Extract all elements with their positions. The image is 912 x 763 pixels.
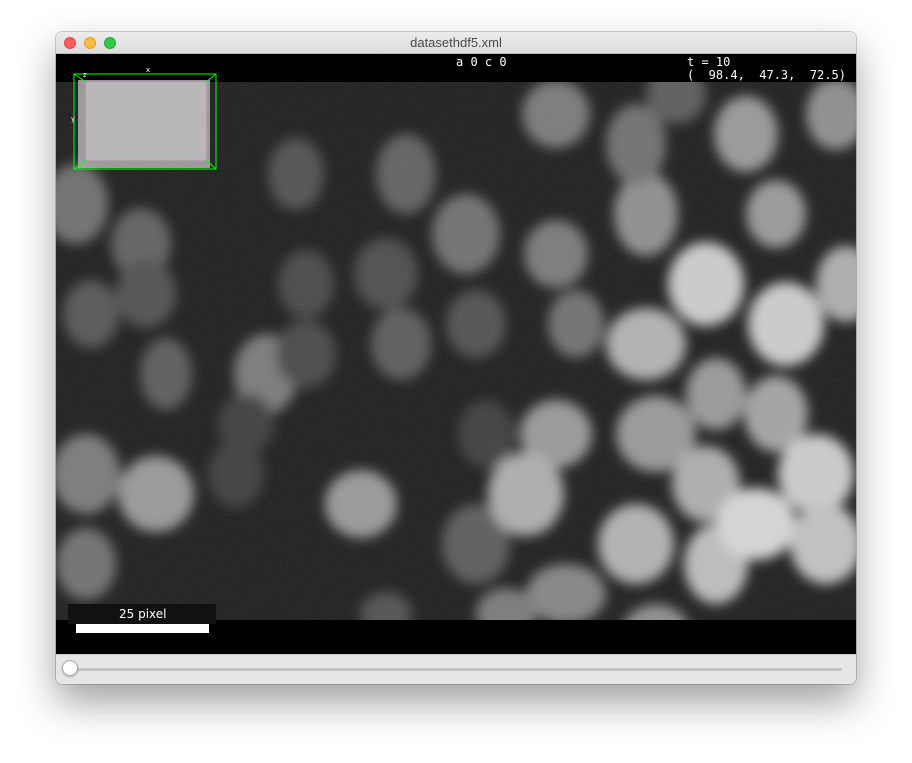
navigation-axis-z: z	[83, 71, 87, 79]
window-title: datasethdf5.xml	[410, 35, 502, 50]
navigation-axis-x: x	[146, 68, 150, 74]
title-bar[interactable]: datasethdf5.xml	[56, 32, 856, 54]
scalebar	[76, 624, 209, 633]
setup-indicator: a 0 c 0	[456, 55, 507, 69]
time-slider-thumb[interactable]	[62, 660, 78, 676]
time-slider-track[interactable]	[68, 668, 842, 671]
navigation-axis-y: y	[71, 115, 75, 123]
scalebar-label: 25 pixel	[119, 607, 167, 621]
image-viewer[interactable]: a 0 c 0 t = 10 ( 98.4, 47.3, 72.5) x y z…	[56, 54, 856, 654]
time-slider-panel	[56, 654, 856, 684]
cursor-coordinates: ( 98.4, 47.3, 72.5)	[687, 68, 846, 82]
navigation-box[interactable]: x y z	[70, 68, 222, 174]
navigation-box-view	[86, 82, 206, 160]
app-window: datasethdf5.xml a 0 c 0 t = 10 ( 98.4, 4…	[56, 32, 856, 684]
